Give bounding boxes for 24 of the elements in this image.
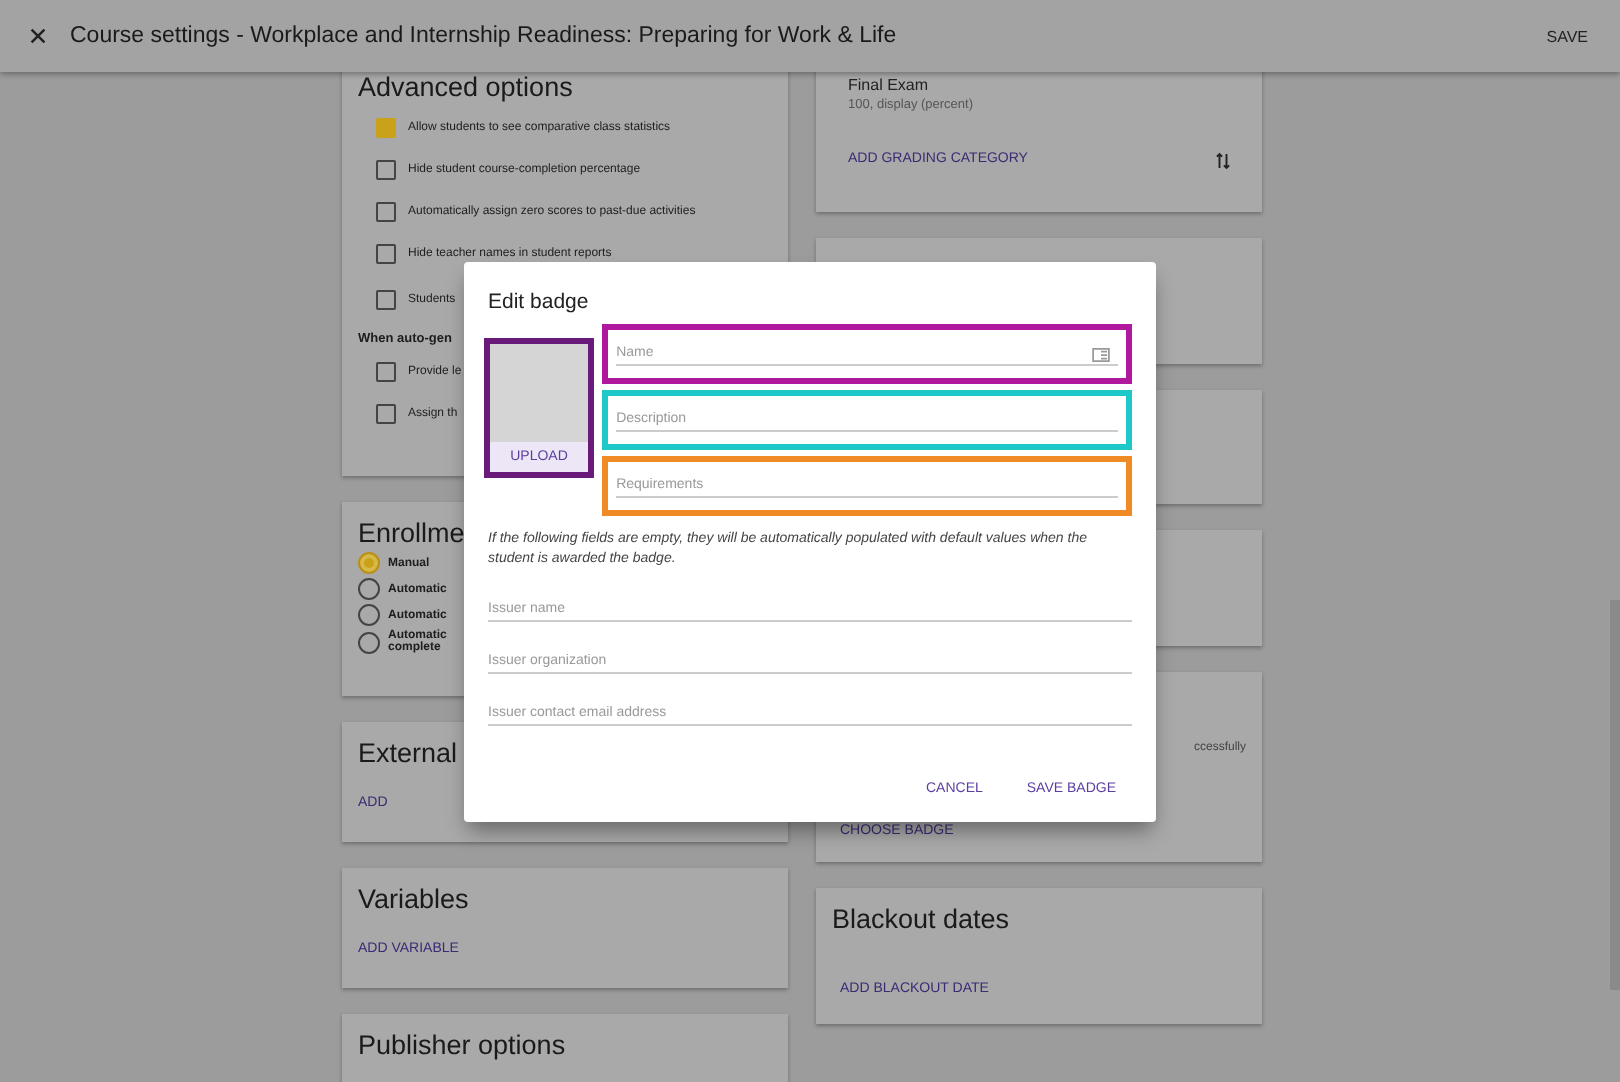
radio-button[interactable] xyxy=(358,631,380,653)
page-title: Course settings - Workplace and Internship Readiness: Preparing for Work & Life xyxy=(70,24,899,48)
checkbox[interactable] xyxy=(376,403,396,423)
card-title: Advanced options xyxy=(358,72,573,102)
card-title: Publisher options xyxy=(358,1030,566,1060)
category-name: Final Exam xyxy=(848,76,931,94)
checkbox[interactable] xyxy=(376,201,396,221)
checkbox[interactable] xyxy=(376,361,396,381)
checkbox[interactable] xyxy=(376,243,396,263)
card-title: External xyxy=(358,738,458,768)
card-title: Blackout dates xyxy=(832,904,1010,934)
checkbox[interactable] xyxy=(376,289,396,309)
card-icon xyxy=(1092,347,1110,361)
radio-button[interactable] xyxy=(358,604,380,626)
save-button[interactable]: SAVE xyxy=(1546,23,1588,49)
checkbox[interactable] xyxy=(376,159,396,179)
checkbox[interactable] xyxy=(376,117,396,137)
close-icon[interactable] xyxy=(30,28,46,44)
dialog-title: Edit badge xyxy=(488,290,591,314)
card-title: Variables xyxy=(358,884,469,914)
radio-button[interactable] xyxy=(358,552,380,574)
card-title: Enrollme xyxy=(358,518,465,548)
sort-icon[interactable] xyxy=(1216,152,1230,170)
radio-button[interactable] xyxy=(358,578,380,600)
